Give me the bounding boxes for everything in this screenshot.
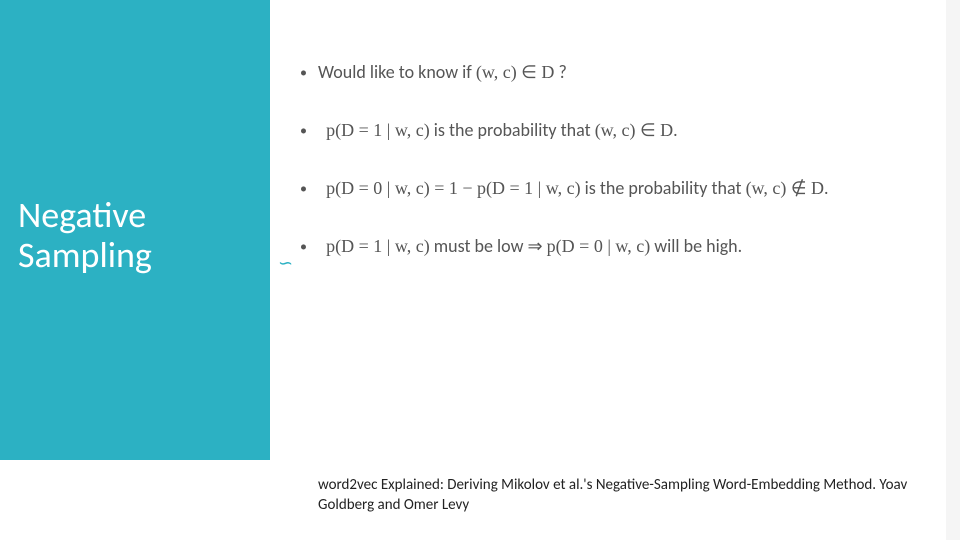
bullet-text: Would like to know if (w, c) ∈ D ?: [318, 60, 910, 85]
math-fragment: (w, c) ∈ D.: [595, 120, 678, 140]
text-fragment: ?: [554, 61, 566, 83]
math-fragment: (w, c) ∉ D.: [746, 178, 829, 198]
flourish-icon: ∽: [278, 253, 293, 274]
bullet-row: • p(D = 1 | w, c) must be low ⇒ p(D = 0 …: [300, 234, 910, 260]
bullet-row: • Would like to know if (w, c) ∈ D ?: [300, 60, 910, 86]
text-fragment: is the probability that: [430, 119, 595, 141]
sidebar-panel: Negative Sampling: [0, 0, 270, 460]
slide: Negative Sampling ∽ • Would like to know…: [0, 0, 960, 540]
bullet-row: • p(D = 0 | w, c) = 1 − p(D = 1 | w, c) …: [300, 176, 910, 202]
bullet-dot-icon: •: [300, 176, 318, 202]
bullet-dot-icon: •: [300, 60, 318, 86]
text-fragment: will be high.: [650, 235, 742, 257]
math-fragment: p(D = 1 | w, c): [326, 120, 430, 140]
content-area: • Would like to know if (w, c) ∈ D ? • p…: [300, 60, 910, 292]
slide-title: Negative Sampling: [18, 196, 258, 275]
math-fragment: p(D = 0 | w, c) = 1 − p(D = 1 | w, c): [326, 178, 580, 198]
bullet-text: p(D = 1 | w, c) must be low ⇒ p(D = 0 | …: [318, 234, 910, 259]
bullet-text: p(D = 0 | w, c) = 1 − p(D = 1 | w, c) is…: [318, 176, 910, 201]
bullet-row: • p(D = 1 | w, c) is the probability tha…: [300, 118, 910, 144]
text-fragment: Would like to know if: [318, 61, 476, 83]
text-fragment: is the probability that: [581, 177, 746, 199]
math-fragment: (w, c) ∈ D: [476, 62, 555, 82]
math-fragment: p(D = 1 | w, c): [326, 236, 430, 256]
text-fragment: must be low ⇒: [430, 235, 547, 257]
right-margin: [946, 0, 960, 540]
citation-text: word2vec Explained: Deriving Mikolov et …: [318, 475, 918, 516]
bullet-dot-icon: •: [300, 118, 318, 144]
bullet-dot-icon: •: [300, 234, 318, 260]
bullet-text: p(D = 1 | w, c) is the probability that …: [318, 118, 910, 143]
math-fragment: p(D = 0 | w, c): [547, 236, 651, 256]
